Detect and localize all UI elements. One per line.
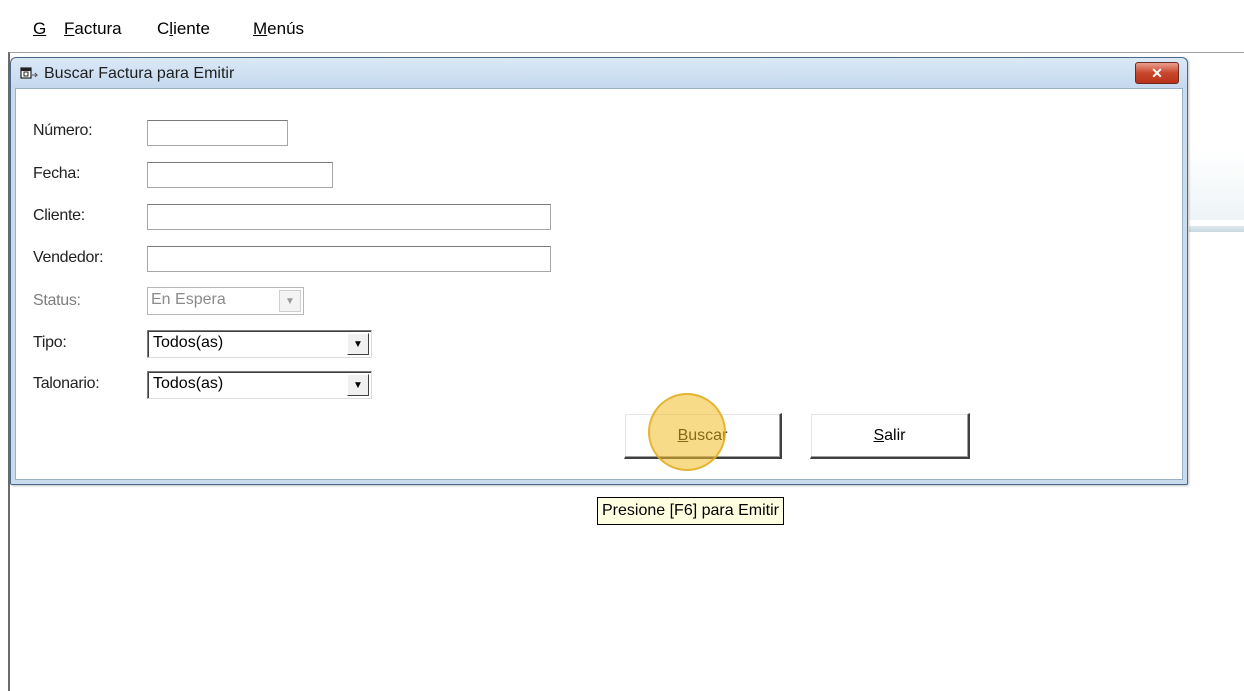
menu-menus[interactable]: Menús <box>253 19 304 39</box>
chevron-down-icon: ▼ <box>279 290 301 312</box>
tipo-value: Todos(as) <box>153 334 224 351</box>
chevron-down-icon[interactable]: ▼ <box>347 333 369 355</box>
vendedor-label: Vendedor: <box>33 249 104 266</box>
menu-cliente[interactable]: Cliente <box>157 19 210 39</box>
tipo-dropdown[interactable]: Todos(as) ▼ <box>147 330 372 358</box>
close-icon: ✕ <box>1151 65 1163 81</box>
buscar-button[interactable]: Buscar <box>624 413 782 459</box>
form-window-icon <box>20 66 39 80</box>
background-wallpaper <box>1189 150 1244 220</box>
menu-bar: G Factura Cliente Menús <box>0 0 1244 52</box>
menu-factura[interactable]: Factura <box>64 19 122 39</box>
menu-g[interactable]: G <box>33 19 46 39</box>
cliente-label: Cliente: <box>33 207 85 224</box>
background-stripe <box>1189 226 1244 232</box>
numero-label: Número: <box>33 122 93 139</box>
status-value: En Espera <box>151 291 226 308</box>
search-invoice-dialog: Buscar Factura para Emitir ✕ Número: Fec… <box>10 57 1188 485</box>
dialog-titlebar[interactable]: Buscar Factura para Emitir ✕ <box>11 58 1187 88</box>
status-label: Status: <box>33 292 81 309</box>
tipo-label: Tipo: <box>33 334 67 351</box>
talonario-dropdown[interactable]: Todos(as) ▼ <box>147 371 372 399</box>
talonario-label: Talonario: <box>33 375 100 392</box>
tooltip: Presione [F6] para Emitir <box>597 497 784 525</box>
numero-input[interactable] <box>147 120 288 146</box>
dialog-body: Número: Fecha: Cliente: Vendedor: Status… <box>15 88 1183 480</box>
vendedor-input[interactable] <box>147 246 551 272</box>
fecha-input[interactable] <box>147 162 333 188</box>
close-button[interactable]: ✕ <box>1135 62 1179 84</box>
dialog-title: Buscar Factura para Emitir <box>44 65 235 82</box>
chevron-down-icon[interactable]: ▼ <box>347 374 369 396</box>
status-dropdown: En Espera ▼ <box>147 287 304 315</box>
fecha-label: Fecha: <box>33 165 81 182</box>
salir-button[interactable]: Salir <box>810 413 970 459</box>
talonario-value: Todos(as) <box>153 375 224 392</box>
cliente-input[interactable] <box>147 204 551 230</box>
